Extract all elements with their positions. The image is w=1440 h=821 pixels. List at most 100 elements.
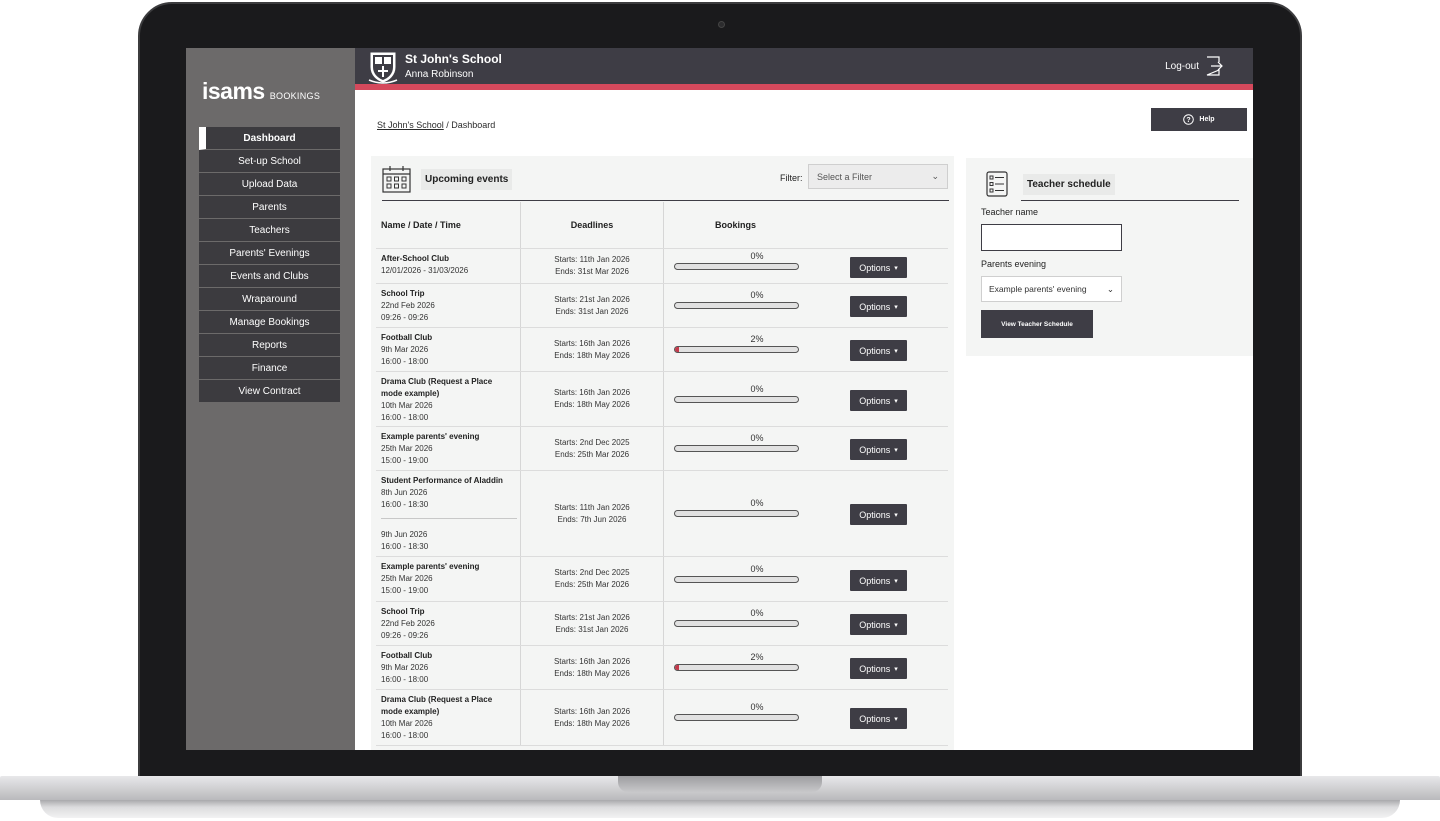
deadline-ends: Ends: 31st Jan 2026 [555, 624, 629, 634]
booking-percent: 0% [750, 702, 764, 712]
table-row: After-School Club 12/01/2026 - 31/03/2026… [376, 249, 948, 284]
options-button[interactable]: Options ▾ [850, 614, 907, 635]
event-details-cell: After-School Club 12/01/2026 - 31/03/2026 [376, 249, 521, 283]
options-button[interactable]: Options ▾ [850, 504, 907, 525]
sidebar-item-upload-data[interactable]: Upload Data [199, 173, 340, 196]
chevron-down-icon: ⌄ [1106, 283, 1114, 294]
caret-down-icon: ▾ [894, 715, 898, 723]
event-time: 16:00 - 18:00 [381, 675, 429, 684]
teacher-name-label: Teacher name [981, 207, 1039, 217]
options-label: Options [859, 301, 891, 312]
filter-select[interactable]: Select a Filter ⌄ [808, 164, 948, 189]
deadline-ends: Ends: 7th Jun 2026 [557, 514, 627, 524]
deadline-ends: Ends: 18th May 2026 [554, 350, 630, 360]
sidebar-item-dashboard[interactable]: Dashboard [199, 127, 340, 150]
bookings-cell: 0% Options ▾ [664, 557, 948, 601]
table-row: Student Performance of Aladdin 8th Jun 20… [376, 471, 948, 557]
upcoming-events-panel: Upcoming events Filter: Select a Filter … [371, 156, 954, 750]
options-button[interactable]: Options ▾ [850, 257, 907, 278]
event-name: Drama Club (Request a Place mode example… [381, 377, 493, 398]
event-details-cell: Example parents' evening 25th Mar 2026 15:… [376, 427, 521, 470]
event-name: Example parents' evening [381, 562, 480, 571]
options-label: Options [859, 575, 891, 586]
caret-down-icon: ▾ [894, 665, 898, 673]
options-button[interactable]: Options ▾ [850, 340, 907, 361]
booking-progress-bar [674, 664, 799, 671]
deadlines-cell: Starts: 16th Jan 2026 Ends: 18th May 2026 [521, 646, 664, 689]
table-row: Football Club 9th Mar 2026 16:00 - 18:00 St… [376, 328, 948, 372]
options-button[interactable]: Options ▾ [850, 708, 907, 729]
deadline-ends: Ends: 18th May 2026 [554, 400, 630, 409]
options-button[interactable]: Options ▾ [850, 296, 907, 317]
view-teacher-schedule-button[interactable]: View Teacher Schedule [981, 310, 1093, 338]
logo-text: isams [202, 78, 265, 104]
event-time: 16:00 - 18:30 [381, 542, 429, 551]
options-button[interactable]: Options ▾ [850, 439, 907, 460]
booking-percent: 0% [750, 608, 764, 618]
table-row: School Trip 22nd Feb 2026 09:26 - 09:26 Sta… [376, 284, 948, 328]
sidebar-item-parents-evenings[interactable]: Parents' Evenings [199, 242, 340, 265]
event-name: Example parents' evening [381, 432, 480, 441]
logout-icon [1206, 56, 1223, 76]
deadlines-cell: Starts: 11th Jan 2026 Ends: 31st Mar 2026 [521, 249, 664, 283]
sidebar-item-reports[interactable]: Reports [199, 334, 340, 357]
teacher-name-input[interactable] [981, 224, 1122, 251]
sidebar-item-events-and-clubs[interactable]: Events and Clubs [199, 265, 340, 288]
deadline-starts: Starts: 11th Jan 2026 [554, 502, 630, 512]
parents-evening-select-value: Example parents' evening [989, 284, 1087, 294]
laptop-base-edge [40, 800, 1400, 818]
booking-progress-bar [674, 445, 799, 452]
divider [1021, 200, 1239, 201]
logo-subtext: BOOKINGS [269, 91, 321, 101]
options-button[interactable]: Options ▾ [850, 390, 907, 411]
table-header-row: Name / Date / Time Deadlines Bookings [376, 202, 948, 249]
logout-button[interactable]: Log-out [1165, 56, 1223, 76]
breadcrumb-link-school[interactable]: St John's School [377, 120, 444, 130]
deadline-starts: Starts: 16th Jan 2026 [553, 656, 631, 666]
deadlines-cell: Starts: 2nd Dec 2025 Ends: 25th Mar 2026 [521, 427, 664, 470]
event-details-cell: School Trip 22nd Feb 2026 09:26 - 09:26 [376, 602, 521, 645]
options-label: Options [859, 509, 891, 520]
help-button[interactable]: ? Help [1151, 108, 1247, 131]
parents-evening-select[interactable]: Example parents' evening ⌄ [981, 276, 1122, 302]
event-details-cell: Drama Club (Request a Place mode example… [376, 690, 521, 745]
sidebar-nav: Dashboard Set-up School Upload Data Parents… [199, 127, 340, 403]
app-logo: isams BOOKINGS [202, 78, 320, 105]
sidebar-item-wraparound[interactable]: Wraparound [199, 288, 340, 311]
sidebar-item-parents[interactable]: Parents [199, 196, 340, 219]
booking-progress-fill [675, 665, 679, 670]
school-crest-icon [368, 52, 398, 84]
booking-progress-bar [674, 510, 799, 517]
teacher-schedule-header: Teacher schedule [986, 171, 1115, 197]
event-date: 22nd Feb 2026 [381, 301, 435, 310]
bookings-cell: 0% Options ▾ [664, 284, 948, 327]
breadcrumb: St John's School / Dashboard [377, 120, 495, 130]
event-name: Drama Club (Request a Place mode example… [381, 695, 493, 716]
options-button[interactable]: Options ▾ [850, 570, 907, 591]
caret-down-icon: ▾ [894, 511, 898, 519]
table-row: Example parents' evening 25th Mar 2026 15:… [376, 427, 948, 471]
sidebar-item-teachers[interactable]: Teachers [199, 219, 340, 242]
sidebar-item-view-contract[interactable]: View Contract [199, 380, 340, 403]
booking-percent: 0% [750, 433, 764, 443]
options-label: Options [859, 444, 891, 455]
bookings-cell: 0% Options ▾ [664, 471, 948, 556]
booking-percent: 0% [750, 564, 764, 574]
booking-progress-bar [674, 714, 799, 721]
caret-down-icon: ▾ [894, 621, 898, 629]
app-screen: isams BOOKINGS Dashboard Set-up School Upl… [186, 48, 1253, 750]
deadlines-cell: Starts: 2nd Dec 2025 Ends: 25th Mar 2026 [521, 557, 664, 601]
sidebar-item-set-up-school[interactable]: Set-up School [199, 150, 340, 173]
logout-label: Log-out [1165, 60, 1199, 72]
event-date: 10th Mar 2026 [381, 401, 433, 410]
sidebar-item-manage-bookings[interactable]: Manage Bookings [199, 311, 340, 334]
breadcrumb-current: Dashboard [451, 120, 496, 130]
event-details-cell: Football Club 9th Mar 2026 16:00 - 18:00 [376, 646, 521, 689]
bookings-cell: 0% Options ▾ [664, 249, 948, 283]
event-date: 8th Jun 2026 [381, 488, 428, 497]
booking-percent: 2% [750, 652, 764, 662]
options-button[interactable]: Options ▾ [850, 658, 907, 679]
calendar-icon [382, 166, 411, 193]
sidebar-item-finance[interactable]: Finance [199, 357, 340, 380]
bookings-cell: 0% Options ▾ [664, 690, 948, 745]
